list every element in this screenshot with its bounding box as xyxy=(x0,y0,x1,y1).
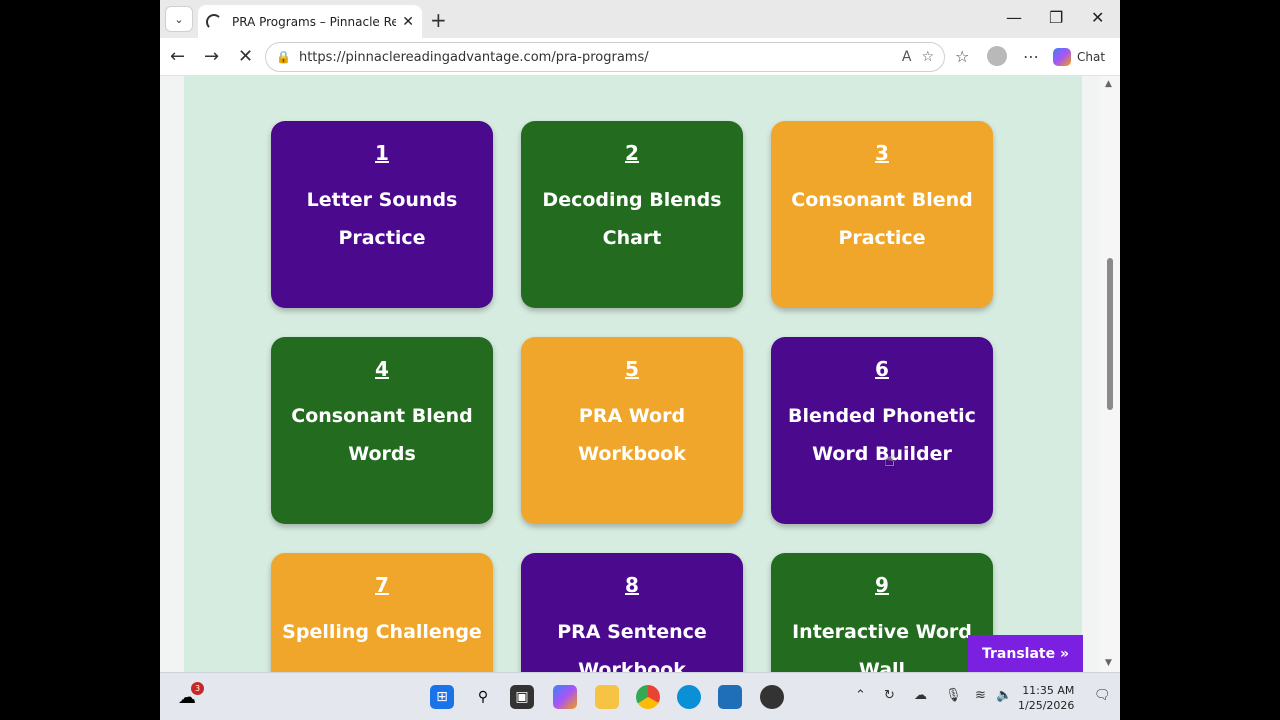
scroll-down-icon[interactable]: ▼ xyxy=(1105,658,1112,668)
wifi-icon[interactable]: ≋ xyxy=(975,688,986,703)
app-icon[interactable] xyxy=(760,685,784,709)
card-number[interactable]: 5 xyxy=(521,357,743,381)
tab-list-button[interactable]: ⌄ xyxy=(165,6,193,32)
copilot-chat-button[interactable]: Chat xyxy=(1053,45,1105,69)
minimize-icon[interactable]: — xyxy=(1006,8,1022,27)
card-number[interactable]: 4 xyxy=(271,357,493,381)
microphone-icon[interactable]: 🎙 xyxy=(945,688,962,703)
edge-icon[interactable] xyxy=(677,685,701,709)
card-number[interactable]: 8 xyxy=(521,573,743,597)
card-label: Blended Phonetic Word Builder xyxy=(788,405,976,465)
copilot-app-icon[interactable] xyxy=(553,685,577,709)
file-explorer-icon[interactable] xyxy=(595,685,619,709)
notification-icon[interactable]: 🗨 xyxy=(1094,688,1111,703)
program-card-6[interactable]: 6 Blended Phonetic Word Builder xyxy=(771,337,993,524)
address-toolbar: ← → ✕ 🔒 https://pinnaclereadingadvantage… xyxy=(160,38,1120,76)
card-number[interactable]: 9 xyxy=(771,573,993,597)
close-icon[interactable]: ✕ xyxy=(402,14,414,30)
clock-time: 11:35 AM xyxy=(1022,684,1075,697)
profile-avatar[interactable] xyxy=(987,46,1007,66)
url-text: https://pinnaclereadingadvantage.com/pra… xyxy=(298,49,649,65)
favorites-icon[interactable]: ☆ xyxy=(955,47,969,66)
translate-button[interactable]: Translate » xyxy=(968,635,1083,672)
address-bar[interactable]: 🔒 https://pinnaclereadingadvantage.com/p… xyxy=(265,42,945,72)
card-number[interactable]: 6 xyxy=(771,357,993,381)
active-tab[interactable]: PRA Programs – Pinnacle Reading ✕ xyxy=(198,5,422,38)
tab-title: PRA Programs – Pinnacle Reading xyxy=(232,14,397,29)
loading-icon xyxy=(206,13,222,30)
card-number[interactable]: 1 xyxy=(271,141,493,165)
program-card-4[interactable]: 4 Consonant Blend Words xyxy=(271,337,493,524)
card-label: Consonant Blend Words xyxy=(291,405,473,465)
maximize-icon[interactable]: ❐ xyxy=(1049,8,1063,27)
program-card-5[interactable]: 5 PRA Word Workbook xyxy=(521,337,743,524)
stop-loading-icon[interactable]: ✕ xyxy=(238,46,253,67)
forward-icon[interactable]: → xyxy=(204,46,219,67)
task-view-icon[interactable]: ▣ xyxy=(510,685,534,709)
onedrive-icon[interactable]: ☁ xyxy=(914,688,927,703)
clock-date: 1/25/2026 xyxy=(1018,699,1075,712)
sync-icon[interactable]: ↻ xyxy=(884,688,895,703)
start-icon[interactable]: ⊞ xyxy=(430,685,454,709)
page-scrollbar[interactable]: ▲ ▼ xyxy=(1100,76,1120,672)
card-label: Spelling Challenge xyxy=(282,621,482,643)
notification-badge: 3 xyxy=(191,682,204,695)
program-card-1[interactable]: 1 Letter Sounds Practice xyxy=(271,121,493,308)
page-viewport: 1 Letter Sounds Practice 2 Decoding Blen… xyxy=(160,76,1120,720)
chrome-icon[interactable] xyxy=(636,685,660,709)
scroll-up-icon[interactable]: ▲ xyxy=(1105,79,1112,89)
site-info-icon[interactable]: 🔒 xyxy=(276,50,291,64)
read-aloud-icon[interactable]: A xyxy=(902,49,912,65)
browser-window: ⌄ PRA Programs – Pinnacle Reading ✕ + — … xyxy=(160,0,1120,720)
card-label: Letter Sounds Practice xyxy=(306,189,458,249)
program-card-3[interactable]: 3 Consonant Blend Practice xyxy=(771,121,993,308)
more-menu-icon[interactable]: ⋯ xyxy=(1023,47,1039,66)
copilot-icon xyxy=(1053,48,1071,66)
card-label: PRA Word Workbook xyxy=(578,405,686,465)
chevron-down-icon: ⌄ xyxy=(174,12,184,26)
chevron-up-icon[interactable]: ⌃ xyxy=(855,688,866,703)
program-card-2[interactable]: 2 Decoding Blends Chart xyxy=(521,121,743,308)
new-tab-icon[interactable]: + xyxy=(430,8,447,32)
back-icon[interactable]: ← xyxy=(170,46,185,67)
volume-icon[interactable]: 🔈 xyxy=(996,688,1012,703)
scroll-thumb[interactable] xyxy=(1107,258,1113,410)
card-label: Decoding Blends Chart xyxy=(542,189,722,249)
card-number[interactable]: 3 xyxy=(771,141,993,165)
favorite-star-icon[interactable]: ☆ xyxy=(921,49,934,65)
taskbar: ☁ 3 ⊞ ⚲ ▣ ⌃ ↻ ☁ 🎙 ≋ 🔈 11:35 AM 1/25/2026… xyxy=(160,672,1120,720)
window-close-icon[interactable]: ✕ xyxy=(1091,8,1104,27)
tab-bar: ⌄ PRA Programs – Pinnacle Reading ✕ + — … xyxy=(160,0,1120,38)
card-number[interactable]: 7 xyxy=(271,573,493,597)
store-icon[interactable] xyxy=(718,685,742,709)
card-number[interactable]: 2 xyxy=(521,141,743,165)
system-clock[interactable]: 11:35 AM 1/25/2026 xyxy=(1018,683,1074,713)
hand-cursor-icon: ☝ xyxy=(884,450,895,471)
card-label: Consonant Blend Practice xyxy=(791,189,973,249)
chat-label: Chat xyxy=(1077,50,1106,64)
search-icon[interactable]: ⚲ xyxy=(471,685,495,709)
